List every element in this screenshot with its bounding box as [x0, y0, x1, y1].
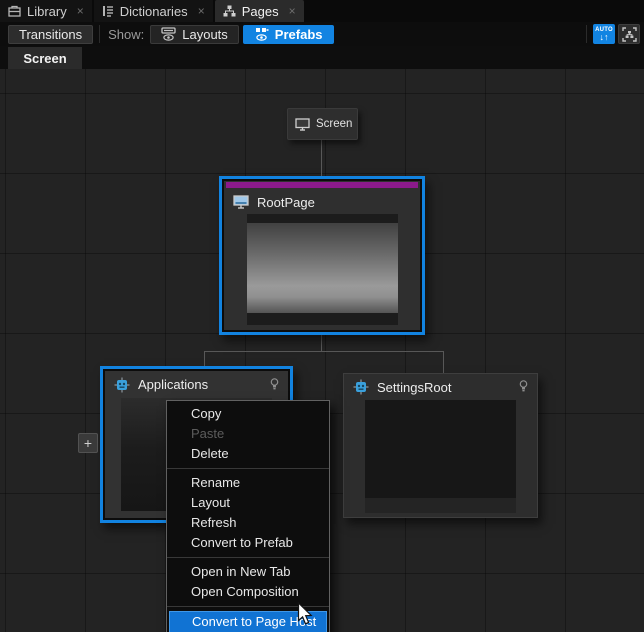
close-icon[interactable]: × [289, 5, 296, 17]
toolbox-icon [8, 5, 21, 17]
menu-item-layout[interactable]: Layout [167, 493, 329, 513]
tab-label: Library [27, 4, 67, 19]
menu-item-delete[interactable]: Delete [167, 444, 329, 464]
prefabs-label: Prefabs [275, 27, 323, 42]
pages-toolbar: Transitions Show: Layouts Prefabs AUTO ↓… [0, 22, 644, 46]
tab-library[interactable]: Library × [0, 0, 92, 22]
lightbulb-icon[interactable] [270, 378, 279, 392]
lightbulb-icon[interactable] [519, 380, 528, 394]
node-settingsroot[interactable]: SettingsRoot [343, 373, 538, 518]
close-icon[interactable]: × [198, 5, 205, 17]
menu-item-convert-to-prefab[interactable]: Convert to Prefab [167, 533, 329, 553]
close-icon[interactable]: × [77, 5, 84, 17]
node-thumbnail [365, 400, 516, 513]
node-rootpage[interactable]: RootPage [219, 176, 425, 335]
menu-separator [167, 557, 329, 558]
node-label: RootPage [257, 195, 315, 210]
layouts-toggle[interactable]: Layouts [150, 25, 239, 44]
menu-separator [167, 468, 329, 469]
prefab-chip-icon [114, 377, 130, 393]
auto-arrange-button[interactable]: AUTO ↓↑ [593, 24, 615, 44]
graph-canvas[interactable]: Screen RootPage [0, 69, 644, 632]
tab-label: Pages [242, 4, 279, 19]
menu-item-refresh[interactable]: Refresh [167, 513, 329, 533]
document-tab-bar: Screen [0, 46, 644, 69]
menu-item-copy[interactable]: Copy [167, 404, 329, 424]
list-icon [102, 5, 114, 17]
toolbar-divider [99, 25, 100, 43]
node-label: SettingsRoot [377, 380, 451, 395]
monitor-icon [295, 118, 310, 131]
prefabs-toggle[interactable]: Prefabs [243, 25, 334, 44]
connector-line [321, 140, 322, 176]
pages-editor-window: Library × Dictionaries × Pages × Transit… [0, 0, 644, 632]
layouts-visibility-icon [161, 27, 176, 41]
page-monitor-icon [233, 195, 249, 209]
tab-pages[interactable]: Pages × [215, 0, 304, 22]
menu-item-open-composition[interactable]: Open Composition [167, 582, 329, 602]
fit-to-screen-icon [622, 27, 637, 42]
show-label: Show: [108, 27, 144, 42]
connector-line [443, 351, 444, 373]
node-label: Applications [138, 377, 208, 392]
transitions-button[interactable]: Transitions [8, 25, 93, 44]
fit-view-button[interactable] [618, 24, 640, 44]
menu-separator [167, 606, 329, 607]
node-label: Screen [316, 118, 352, 130]
node-body: RootPage [224, 181, 420, 330]
layouts-label: Layouts [182, 27, 228, 42]
prefab-chip-icon [353, 379, 369, 395]
tab-label: Dictionaries [120, 4, 188, 19]
toolbar-divider [586, 25, 587, 43]
menu-item-rename[interactable]: Rename [167, 473, 329, 493]
screen-document-tab[interactable]: Screen [8, 47, 82, 69]
auto-arrows-icon: ↓↑ [600, 33, 609, 42]
menu-item-convert-to-page-host[interactable]: Convert to Page Host [169, 611, 327, 632]
connector-line [321, 335, 322, 351]
page-accent-bar [226, 182, 418, 188]
menu-item-open-in-new-tab[interactable]: Open in New Tab [167, 562, 329, 582]
connector-line [204, 351, 205, 366]
menu-item-paste: Paste [167, 424, 329, 444]
panel-tab-bar: Library × Dictionaries × Pages × [0, 0, 644, 22]
hierarchy-icon [223, 5, 236, 17]
context-menu: Copy Paste Delete Rename Layout Refresh … [166, 400, 330, 632]
tab-dictionaries[interactable]: Dictionaries × [94, 0, 213, 22]
add-node-button[interactable]: + [78, 433, 98, 453]
prefabs-visibility-icon [254, 27, 269, 41]
connector-line [204, 351, 444, 352]
node-screen[interactable]: Screen [287, 108, 358, 140]
node-thumbnail [247, 214, 398, 325]
